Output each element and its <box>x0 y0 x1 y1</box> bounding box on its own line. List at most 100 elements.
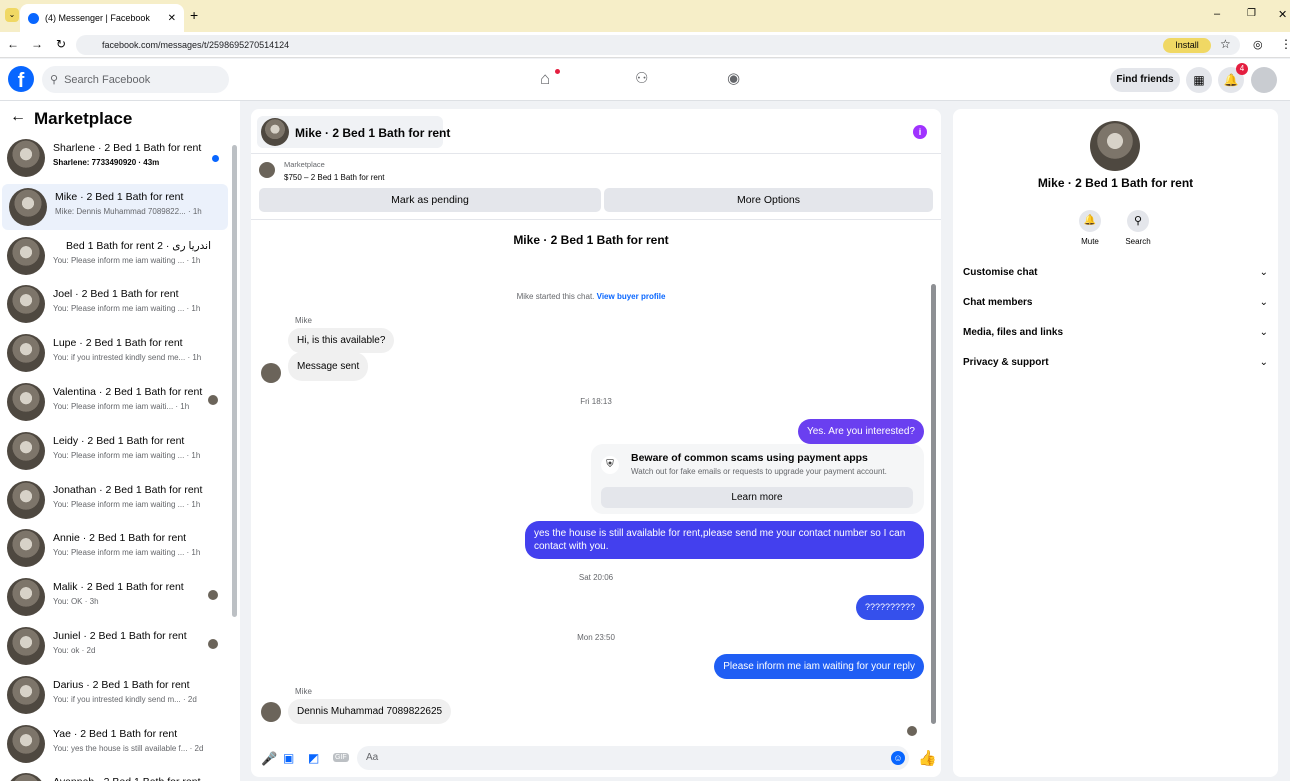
more-options-button[interactable]: More Options <box>604 188 933 212</box>
browser-tab[interactable]: (4) Messenger | Facebook ✕ <box>20 4 184 32</box>
install-button[interactable]: Install <box>1163 38 1211 53</box>
home-icon[interactable]: ⌂ <box>540 69 550 89</box>
friends-icon[interactable]: ⚇ <box>635 69 648 87</box>
conversation-item[interactable]: Leidy · 2 Bed 1 Bath for rent You: Please… <box>0 428 226 474</box>
new-tab-button[interactable]: + <box>190 7 198 23</box>
conversation-text: Jonathan · 2 Bed 1 Bath for rent You: Ple… <box>53 484 213 509</box>
incoming-message[interactable]: Message sent <box>288 352 369 381</box>
outgoing-message[interactable]: Yes. Are you interested? <box>797 419 924 444</box>
back-arrow-icon[interactable]: ← <box>10 108 26 126</box>
started-text: Mike started this chat. <box>516 292 595 301</box>
conversation-preview: You: Please inform me iam waiting ... · … <box>53 548 201 558</box>
conversation-item[interactable]: Yae · 2 Bed 1 Bath for rent You: yes the … <box>0 721 226 767</box>
find-friends-button[interactable]: Find friends <box>1110 68 1180 92</box>
forward-icon[interactable]: → <box>31 37 43 51</box>
conversation-title: Joel · 2 Bed 1 Bath for rent <box>53 288 179 301</box>
facebook-logo-icon[interactable]: f <box>8 66 34 92</box>
conversation-item[interactable]: Lupe · 2 Bed 1 Bath for rent You: if you … <box>0 330 226 376</box>
conversation-item[interactable]: Sharlene · 2 Bed 1 Bath for rent Sharlene… <box>0 135 226 181</box>
listing-price-title[interactable]: $750 – 2 Bed 1 Bath for rent <box>284 173 385 182</box>
conversation-preview: You: Please inform me iam waiti... · 1h <box>53 402 190 411</box>
sidebar-scrollbar[interactable] <box>232 145 237 617</box>
browser-menu-icon[interactable]: ⋮ <box>1280 37 1290 51</box>
outgoing-message[interactable]: yes the house is still available for ren… <box>525 521 924 559</box>
groups-icon[interactable]: ◉ <box>727 69 740 87</box>
conversation-item[interactable]: Avannah · 2 Bed 1 Bath for rent <box>0 769 226 781</box>
conversation-preview: You: yes the house is still available f.… <box>53 743 204 753</box>
section-label: Chat members <box>963 297 1033 308</box>
microphone-icon[interactable]: 🎤 <box>261 751 277 767</box>
details-section[interactable]: Chat members ⌄ <box>963 297 1268 308</box>
chat-scrollbar[interactable] <box>931 284 936 724</box>
mute-button[interactable]: 🔔 <box>1079 210 1101 232</box>
bookmark-star-icon[interactable]: ☆ <box>1220 37 1231 51</box>
sender-avatar <box>261 702 281 722</box>
conversation-preview: You: ok · 2d <box>53 646 96 655</box>
conversation-preview: You: Please inform me iam waiting ... · … <box>53 450 201 460</box>
chevron-down-icon: ⌄ <box>1259 327 1268 338</box>
search-icon: ⚲ <box>50 74 59 86</box>
restore-button[interactable]: ❐ <box>1247 8 1256 19</box>
conversation-title: Annie · 2 Bed 1 Bath for rent <box>53 532 187 545</box>
details-section[interactable]: Privacy & support ⌄ <box>963 357 1268 368</box>
conversation-item[interactable]: Annie · 2 Bed 1 Bath for rent You: Please… <box>0 525 226 571</box>
conversation-text: Valentina · 2 Bed 1 Bath for rent You: Pl… <box>53 386 213 411</box>
outgoing-message[interactable]: ?????????? <box>855 595 924 620</box>
outgoing-message[interactable]: Please inform me iam waiting for your re… <box>714 654 924 679</box>
profile-icon[interactable]: ◎ <box>1253 38 1263 51</box>
close-window-button[interactable]: ✕ <box>1278 8 1287 21</box>
learn-more-button[interactable]: Learn more <box>601 487 913 508</box>
chevron-down-icon: ⌄ <box>1259 267 1268 278</box>
reload-icon[interactable]: ↻ <box>56 37 66 51</box>
conversation-avatar <box>9 187 47 226</box>
close-tab-icon[interactable]: ✕ <box>168 13 176 24</box>
sticker-icon[interactable]: ◩ <box>308 751 319 765</box>
section-label: Media, files and links <box>963 327 1064 338</box>
details-name: Mike · 2 Bed 1 Bath for rent <box>1037 176 1194 190</box>
browser-tab-bar: ⌄ (4) Messenger | Facebook ✕ + – ❐ ✕ <box>0 0 1290 32</box>
composer-placeholder: Aa <box>366 752 379 763</box>
details-section[interactable]: Customise chat ⌄ <box>963 267 1268 278</box>
info-icon[interactable]: i <box>913 125 927 139</box>
toolbar-divider <box>251 219 941 220</box>
address-bar[interactable]: facebook.com/messages/t/2598695270514124 <box>76 35 1240 55</box>
chevron-down-icon: ⌄ <box>1259 357 1268 368</box>
view-buyer-profile-link[interactable]: View buyer profile <box>597 292 666 301</box>
search-box[interactable]: ⚲ Search Facebook <box>42 66 229 93</box>
header-avatar <box>261 118 289 146</box>
conversation-item[interactable]: Valentina · 2 Bed 1 Bath for rent You: Pl… <box>0 379 226 425</box>
mute-label: Mute <box>1081 237 1099 246</box>
emoji-icon[interactable]: ☺ <box>891 751 905 765</box>
conversation-item[interactable]: Juniel · 2 Bed 1 Bath for rent You: ok · … <box>0 623 226 669</box>
conversation-item[interactable]: اندريا رى · 2 Bed 1 Bath for rent You: Pl… <box>0 233 226 279</box>
profile-avatar[interactable] <box>1090 121 1140 171</box>
tab-search-button[interactable]: ⌄ <box>5 8 19 22</box>
back-icon[interactable]: ← <box>7 37 19 51</box>
incoming-message[interactable]: Dennis Muhammad 7089822625 <box>288 699 452 724</box>
conversation-sidebar: ← Marketplace Sharlene · 2 Bed 1 Bath fo… <box>0 101 240 781</box>
minimize-button[interactable]: – <box>1214 8 1220 20</box>
menu-grid-icon[interactable]: ▦ <box>1186 67 1212 93</box>
conversation-item[interactable]: Malik · 2 Bed 1 Bath for rent You: OK · 3… <box>0 574 226 620</box>
details-section[interactable]: Media, files and links ⌄ <box>963 327 1268 338</box>
home-notification-dot <box>555 69 560 74</box>
message-input[interactable]: Aa <box>357 746 909 770</box>
gif-icon[interactable]: GIF <box>333 753 349 762</box>
conversation-preview: You: Please inform me iam waiting ... · … <box>53 499 201 509</box>
conversation-item[interactable]: Mike · 2 Bed 1 Bath for rent Mike: Dennis… <box>2 183 228 230</box>
conversation-item[interactable]: Joel · 2 Bed 1 Bath for rent You: Please … <box>0 281 226 327</box>
like-icon[interactable]: 👍 <box>918 749 937 767</box>
account-avatar[interactable] <box>1251 67 1277 93</box>
conversation-text: اندريا رى · 2 Bed 1 Bath for rent You: Pl… <box>53 240 213 265</box>
search-conversation-button[interactable]: ⚲ <box>1127 210 1149 232</box>
timestamp: Sat 20:06 <box>578 573 614 582</box>
photo-icon[interactable]: ▣ <box>283 751 294 765</box>
conversation-preview: You: OK · 3h <box>53 597 99 607</box>
conversation-item[interactable]: Darius · 2 Bed 1 Bath for rent You: if yo… <box>0 672 226 718</box>
incoming-message[interactable]: Hi, is this available? <box>288 328 395 353</box>
facebook-top-nav: f ⚲ Search Facebook ⌂ ⚇ ◉ Find friends ▦… <box>0 59 1290 101</box>
conversation-avatar <box>7 285 45 324</box>
mark-as-pending-button[interactable]: Mark as pending <box>259 188 601 212</box>
conversation-item[interactable]: Jonathan · 2 Bed 1 Bath for rent You: Ple… <box>0 477 226 523</box>
scam-title: Beware of common scams using payment app… <box>631 452 868 464</box>
